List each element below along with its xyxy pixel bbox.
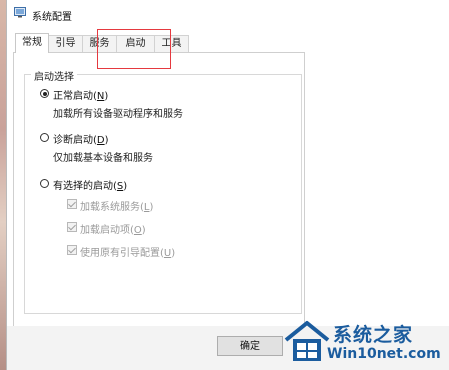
title-bar: 系统配置	[7, 0, 449, 26]
load-system-services-checkbox[interactable]	[67, 199, 77, 209]
watermark-url: Win10net.com	[327, 346, 441, 362]
window-title: 系统配置	[32, 12, 72, 23]
tab-strip: 常规 引导 服务 启动 工具	[11, 33, 449, 53]
watermark-brand: 系统之家	[333, 324, 414, 346]
tab-general[interactable]: 常规	[15, 33, 49, 53]
normal-startup-description: 加载所有设备驱动程序和服务	[53, 109, 183, 120]
house-logo-icon	[284, 321, 330, 361]
load-startup-items-label: 加载启动项(O)	[80, 225, 146, 236]
check-mark-icon	[68, 245, 76, 254]
site-watermark: 系统之家 Win10net.com	[277, 316, 449, 370]
selective-startup-label[interactable]: 有选择的启动(S)	[53, 177, 127, 192]
ok-button[interactable]: 确定	[217, 336, 283, 356]
general-tab-panel: 启动选择 正常启动(N) 加载所有设备驱动程序和服务 诊断启动(D) 仅加载基本…	[13, 52, 305, 328]
tab-boot[interactable]: 引导	[48, 35, 83, 52]
load-startup-items-checkbox[interactable]	[67, 222, 77, 232]
selective-startup-radio[interactable]	[40, 179, 49, 188]
diagnostic-startup-radio[interactable]	[40, 133, 49, 142]
system-configuration-window: 系统配置 常规 引导 服务 启动 工具 启动选择 正常启动(N) 加载所有设备驱…	[6, 0, 449, 370]
startup-tab-highlight	[97, 29, 171, 69]
radio-selected-dot	[42, 91, 47, 96]
startup-selection-title: 启动选择	[31, 68, 77, 83]
msconfig-app-icon	[14, 7, 26, 18]
normal-startup-radio[interactable]	[40, 89, 49, 98]
diagnostic-startup-label[interactable]: 诊断启动(D)	[53, 131, 109, 146]
diagnostic-startup-description: 仅加载基本设备和服务	[53, 153, 153, 164]
use-original-boot-config-label: 使用原有引导配置(U)	[80, 248, 176, 259]
load-system-services-label: 加载系统服务(L)	[80, 202, 154, 213]
check-mark-icon	[68, 199, 76, 208]
use-original-boot-config-checkbox[interactable]	[67, 245, 77, 255]
check-mark-icon	[68, 222, 76, 231]
normal-startup-label[interactable]: 正常启动(N)	[53, 87, 108, 102]
